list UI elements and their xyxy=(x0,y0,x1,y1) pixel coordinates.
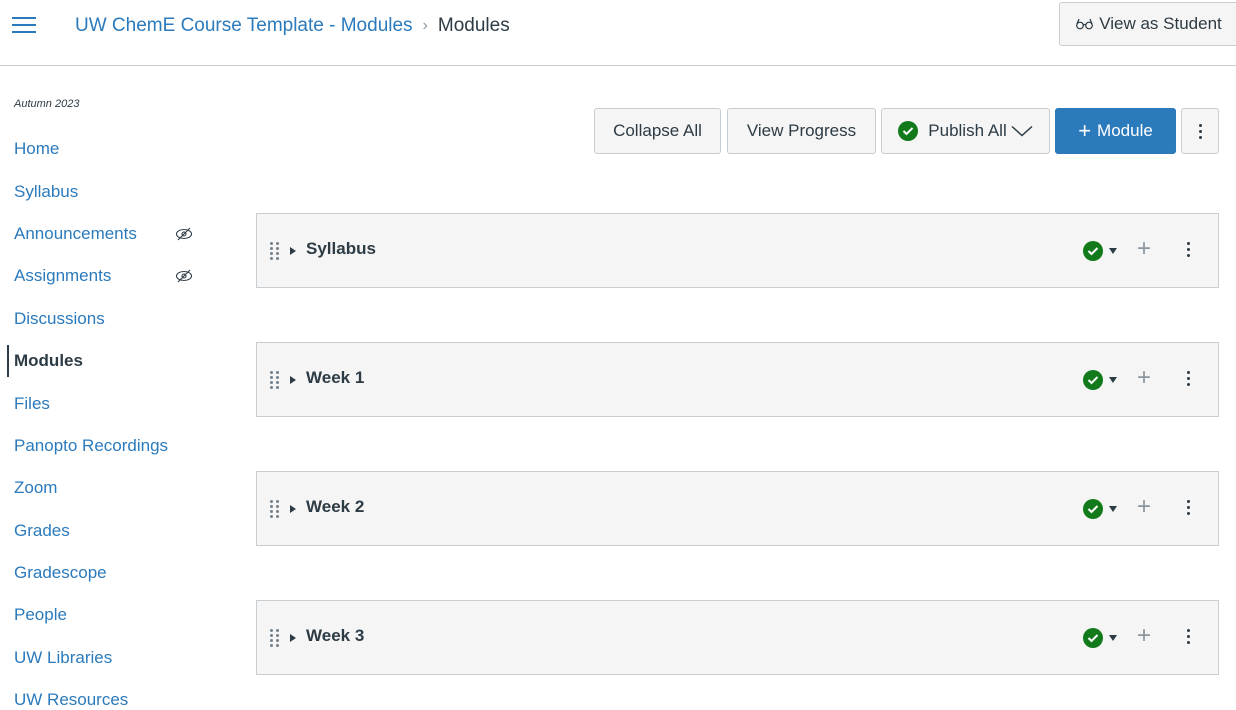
add-item-button[interactable]: + xyxy=(1137,624,1151,648)
sidebar-item-label: Syllabus xyxy=(14,181,79,201)
sidebar-item-label: Grades xyxy=(14,520,70,540)
module-title[interactable]: Week 3 xyxy=(306,626,364,646)
sidebar-item-gradescope[interactable]: Gradescope xyxy=(0,552,220,594)
caret-down-icon xyxy=(1109,635,1117,641)
caret-down-icon xyxy=(1109,248,1117,254)
add-item-button[interactable]: + xyxy=(1137,495,1151,519)
breadcrumb-current: Modules xyxy=(437,15,510,36)
sidebar-item-zoom[interactable]: Zoom xyxy=(0,467,220,509)
sidebar-item-label: Panopto Recordings xyxy=(14,435,169,455)
collapse-all-button[interactable]: Collapse All xyxy=(594,108,721,154)
expand-caret-icon[interactable] xyxy=(290,505,296,513)
term-label: Autumn 2023 xyxy=(14,98,80,110)
breadcrumb: UW ChemE Course Template - Modules › Mod… xyxy=(75,12,510,40)
add-module-label: Module xyxy=(1097,121,1153,140)
module-publish-status[interactable] xyxy=(1083,628,1117,648)
sidebar-item-label: UW Resources xyxy=(14,690,129,710)
publish-all-label: Publish All xyxy=(928,121,1007,140)
sidebar-item-label: Discussions xyxy=(14,308,105,328)
add-item-button[interactable]: + xyxy=(1137,366,1151,390)
caret-down-icon xyxy=(1109,506,1117,512)
menu-icon[interactable] xyxy=(12,14,38,36)
module-header: Week 2 + xyxy=(256,471,1219,546)
published-check-icon xyxy=(1083,370,1103,390)
module-options-kebab-icon[interactable] xyxy=(1187,500,1190,515)
collapse-all-label: Collapse All xyxy=(613,121,702,140)
sidebar-item-label: Gradescope xyxy=(14,563,107,583)
published-check-icon xyxy=(1083,241,1103,261)
published-check-icon xyxy=(1083,499,1103,519)
module-publish-status[interactable] xyxy=(1083,370,1117,390)
breadcrumb-course-link[interactable]: UW ChemE Course Template - Modules xyxy=(75,15,413,37)
module-header: Syllabus + xyxy=(256,213,1219,288)
module-options-kebab-icon[interactable] xyxy=(1187,242,1190,257)
chevron-down-icon xyxy=(1011,125,1033,137)
sidebar-item-syllabus[interactable]: Syllabus xyxy=(0,170,220,212)
drag-handle-icon[interactable] xyxy=(270,242,280,260)
hidden-eye-icon xyxy=(175,269,193,283)
caret-down-icon xyxy=(1109,377,1117,383)
sidebar-item-modules[interactable]: Modules xyxy=(0,340,220,382)
sidebar-item-grades[interactable]: Grades xyxy=(0,510,220,552)
module-header: Week 3 + xyxy=(256,600,1219,675)
module-options-kebab-icon[interactable] xyxy=(1187,371,1190,386)
drag-handle-icon[interactable] xyxy=(270,371,280,389)
global-header: UW ChemE Course Template - Modules › Mod… xyxy=(0,0,1236,66)
sidebar-item-assignments[interactable]: Assignments xyxy=(0,255,220,297)
view-progress-button[interactable]: View Progress xyxy=(727,108,876,154)
sidebar-item-label: Zoom xyxy=(14,478,58,498)
more-options-button[interactable] xyxy=(1181,108,1219,154)
published-check-icon xyxy=(1083,628,1103,648)
module-title[interactable]: Syllabus xyxy=(306,239,376,259)
breadcrumb-separator: › xyxy=(422,17,428,34)
course-navigation: Home Syllabus Announcements Assignments … xyxy=(0,128,220,710)
module-publish-status[interactable] xyxy=(1083,499,1117,519)
sidebar-item-people[interactable]: People xyxy=(0,594,220,636)
expand-caret-icon[interactable] xyxy=(290,634,296,642)
hidden-eye-icon xyxy=(175,227,193,241)
module-options-kebab-icon[interactable] xyxy=(1187,629,1190,644)
sidebar-item-label: UW Libraries xyxy=(14,647,113,667)
expand-caret-icon[interactable] xyxy=(290,247,296,255)
drag-handle-icon[interactable] xyxy=(270,629,280,647)
add-module-button[interactable]: + Module xyxy=(1055,108,1176,154)
view-as-student-button[interactable]: View as Student xyxy=(1059,2,1236,46)
sidebar-item-label: Files xyxy=(14,393,50,413)
sidebar-item-uw-libraries[interactable]: UW Libraries xyxy=(0,637,220,679)
view-progress-label: View Progress xyxy=(746,121,857,140)
sidebar-item-label: Assignments xyxy=(14,266,112,286)
sidebar-item-label: Announcements xyxy=(14,223,137,243)
sidebar-item-home[interactable]: Home xyxy=(0,128,220,170)
sidebar-item-announcements[interactable]: Announcements xyxy=(0,213,220,255)
add-item-button[interactable]: + xyxy=(1137,237,1151,261)
kebab-icon xyxy=(1198,123,1202,139)
sidebar-item-label: Home xyxy=(14,139,60,159)
glasses-icon xyxy=(1076,18,1094,30)
expand-caret-icon[interactable] xyxy=(290,376,296,384)
sidebar-item-discussions[interactable]: Discussions xyxy=(0,298,220,340)
drag-handle-icon[interactable] xyxy=(270,500,280,518)
sidebar-item-label: People xyxy=(14,605,67,625)
published-check-icon xyxy=(898,121,919,141)
sidebar-item-uw-resources[interactable]: UW Resources xyxy=(0,679,220,710)
module-header: Week 1 + xyxy=(256,342,1219,417)
sidebar-item-label: Modules xyxy=(14,351,83,371)
module-title[interactable]: Week 1 xyxy=(306,368,364,388)
view-as-student-label: View as Student xyxy=(1099,14,1222,33)
module-title[interactable]: Week 2 xyxy=(306,497,364,517)
module-publish-status[interactable] xyxy=(1083,241,1117,261)
publish-all-button[interactable]: Publish All xyxy=(881,108,1050,154)
sidebar-item-files[interactable]: Files xyxy=(0,382,220,424)
sidebar-item-panopto-recordings[interactable]: Panopto Recordings xyxy=(0,425,220,467)
plus-icon: + xyxy=(1078,118,1092,143)
